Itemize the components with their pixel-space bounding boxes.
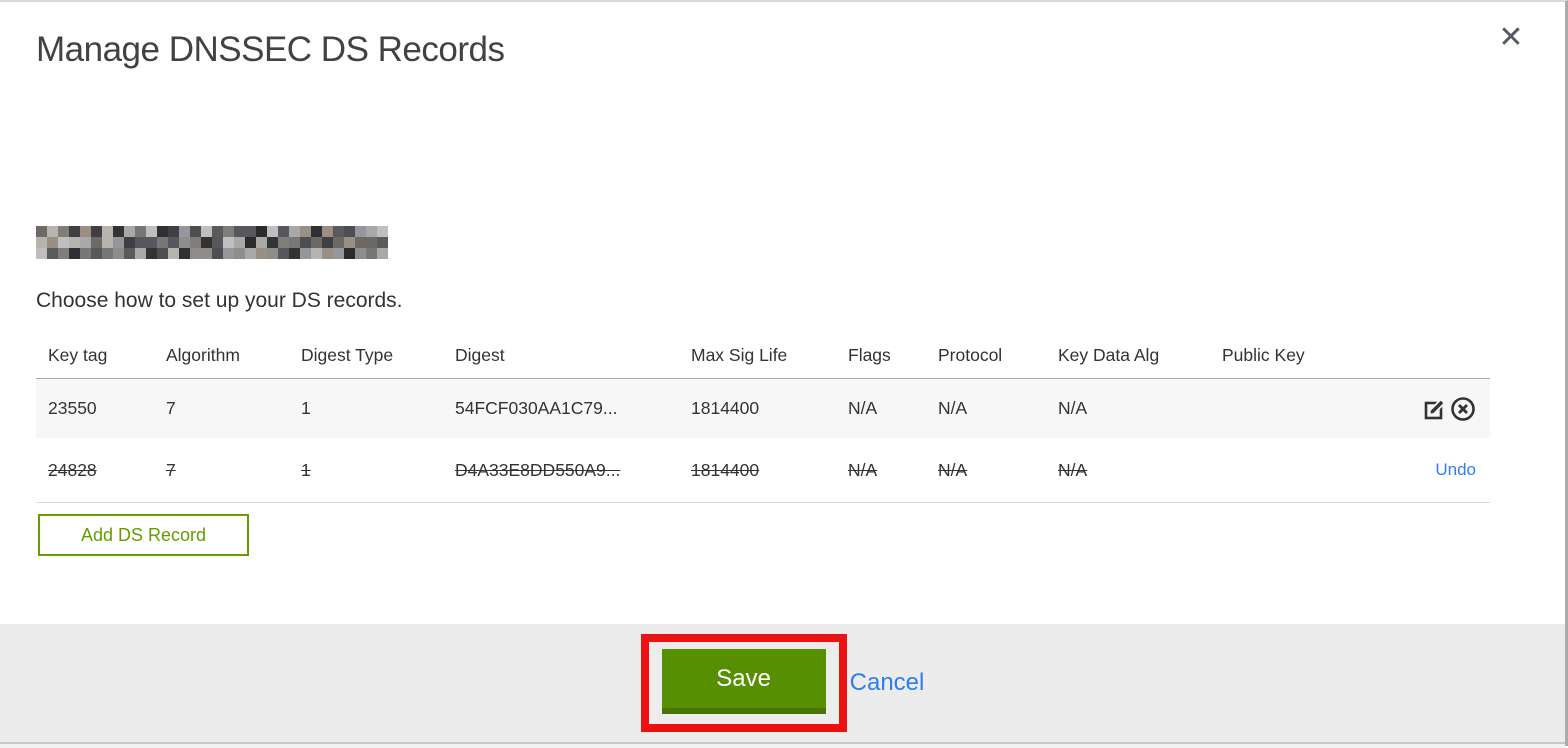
page-title: Manage DNSSEC DS Records: [36, 30, 505, 69]
annotation-highlight-box: Save: [640, 634, 847, 732]
cell-key-data-alg: N/A: [1058, 398, 1088, 418]
col-header-public-key: Public Key: [1222, 344, 1305, 365]
col-header-protocol: Protocol: [938, 344, 1003, 365]
cell-digest: D4A33E8DD550A9...: [455, 459, 621, 480]
cell-key-data-alg: N/A: [1058, 459, 1088, 480]
col-header-max-sig-life: Max Sig Life: [691, 344, 788, 365]
row-actions: [1362, 396, 1490, 422]
col-header-digest: Digest: [455, 344, 505, 365]
delete-icon[interactable]: [1450, 396, 1476, 422]
col-header-digest-type: Digest Type: [301, 344, 394, 365]
table-header-row: Key tag Algorithm Digest Type Digest Max…: [36, 332, 1490, 378]
cell-max-sig-life: 1814400: [691, 459, 760, 480]
cell-flags: N/A: [848, 398, 878, 418]
col-header-key-data-alg: Key Data Alg: [1058, 344, 1160, 365]
undo-link[interactable]: Undo: [1435, 460, 1476, 480]
col-header-key-tag: Key tag: [48, 344, 108, 365]
cell-digest: 54FCF030AA1C79...: [455, 398, 618, 418]
instruction-text: Choose how to set up your DS records.: [36, 289, 403, 312]
modal-footer: Save Cancel: [0, 624, 1565, 742]
cell-digest-type: 1: [301, 398, 311, 418]
cell-flags: N/A: [848, 459, 878, 480]
cell-key-tag: 24828: [48, 459, 97, 480]
close-icon[interactable]: ✕: [1495, 22, 1527, 54]
cancel-link[interactable]: Cancel: [850, 669, 925, 697]
cell-protocol: N/A: [938, 398, 968, 418]
cell-protocol: N/A: [938, 459, 968, 480]
col-header-flags: Flags: [848, 344, 891, 365]
dnssec-modal: Manage DNSSEC DS Records ✕ Choose how to…: [0, 2, 1565, 624]
window-bottom-edge: [0, 742, 1565, 748]
cell-algorithm: 7: [166, 398, 176, 418]
ds-records-table: Key tag Algorithm Digest Type Digest Max…: [36, 332, 1490, 503]
edit-icon[interactable]: [1423, 396, 1449, 422]
cell-algorithm: 7: [166, 459, 176, 480]
cell-key-tag: 23550: [48, 398, 97, 418]
cell-max-sig-life: 1814400: [691, 398, 760, 418]
save-button[interactable]: Save: [661, 649, 826, 714]
cell-digest-type: 1: [301, 459, 311, 480]
add-ds-record-button[interactable]: Add DS Record: [38, 514, 249, 556]
table-row: 24828 7 1 D4A33E8DD550A9... 1814400 N/A …: [36, 438, 1490, 503]
table-row: 23550 7 1 54FCF030AA1C79... 1814400 N/A …: [36, 378, 1490, 438]
redacted-domain-name: [36, 226, 388, 259]
col-header-algorithm: Algorithm: [166, 344, 240, 365]
